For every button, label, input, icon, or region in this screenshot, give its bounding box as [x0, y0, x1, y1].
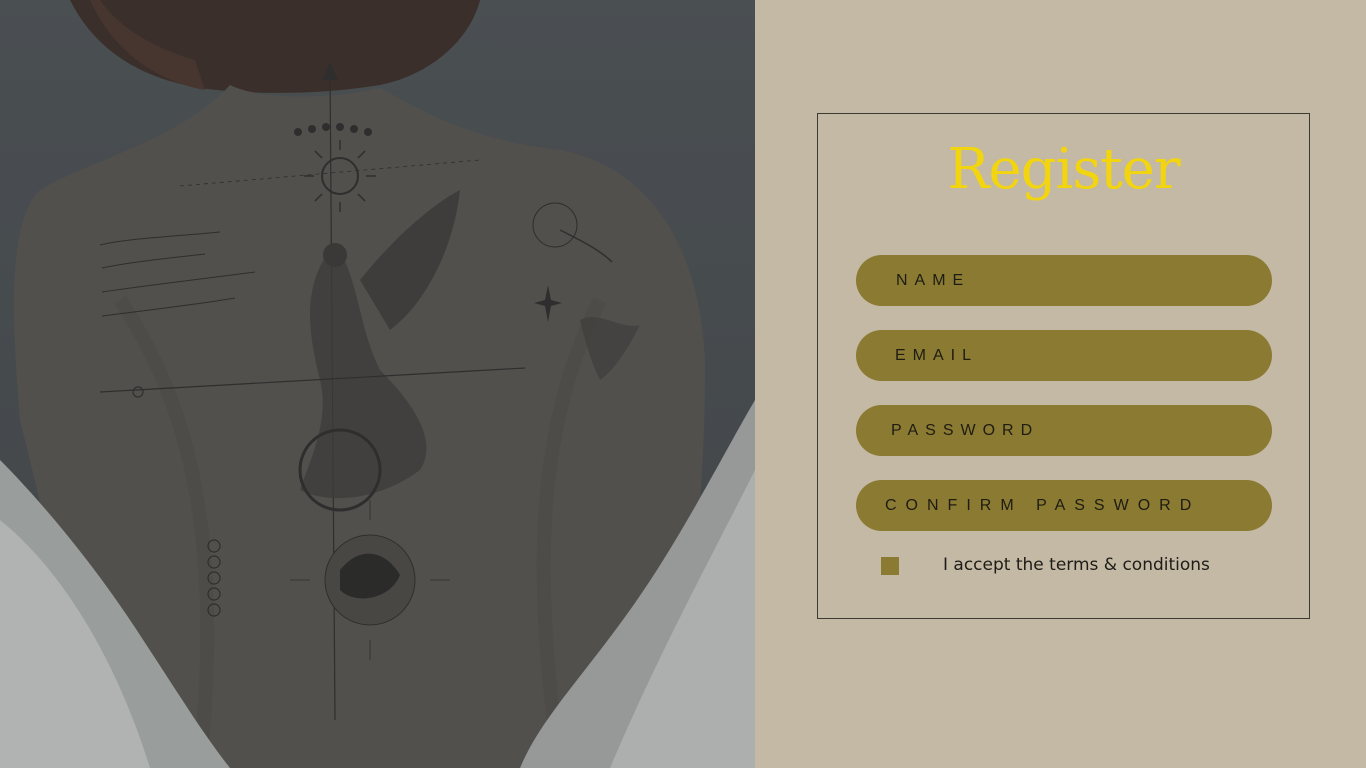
terms-checkbox[interactable]	[881, 557, 899, 575]
register-form: Register I accept the terms & conditions	[817, 113, 1310, 619]
email-input[interactable]	[856, 330, 1272, 381]
form-panel: Register I accept the terms & conditions	[755, 0, 1366, 768]
name-input[interactable]	[856, 255, 1272, 306]
terms-label[interactable]: I accept the terms & conditions	[943, 555, 1210, 575]
hero-photo	[0, 0, 755, 768]
register-title: Register	[947, 137, 1180, 202]
register-page: Register I accept the terms & conditions	[0, 0, 1366, 768]
terms-row: I accept the terms & conditions	[881, 554, 1281, 578]
back-tattoo-image	[0, 0, 755, 768]
password-input[interactable]	[856, 405, 1272, 456]
confirm-password-input[interactable]	[856, 480, 1272, 531]
